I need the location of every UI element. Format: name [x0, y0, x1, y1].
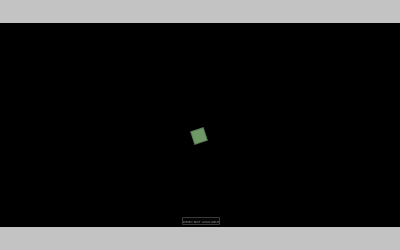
screen: DEMO NOT AVAILABLE — [0, 0, 400, 250]
green-square — [190, 127, 208, 145]
black-viewport: DEMO NOT AVAILABLE — [0, 23, 400, 227]
status-label: DEMO NOT AVAILABLE — [182, 217, 220, 225]
